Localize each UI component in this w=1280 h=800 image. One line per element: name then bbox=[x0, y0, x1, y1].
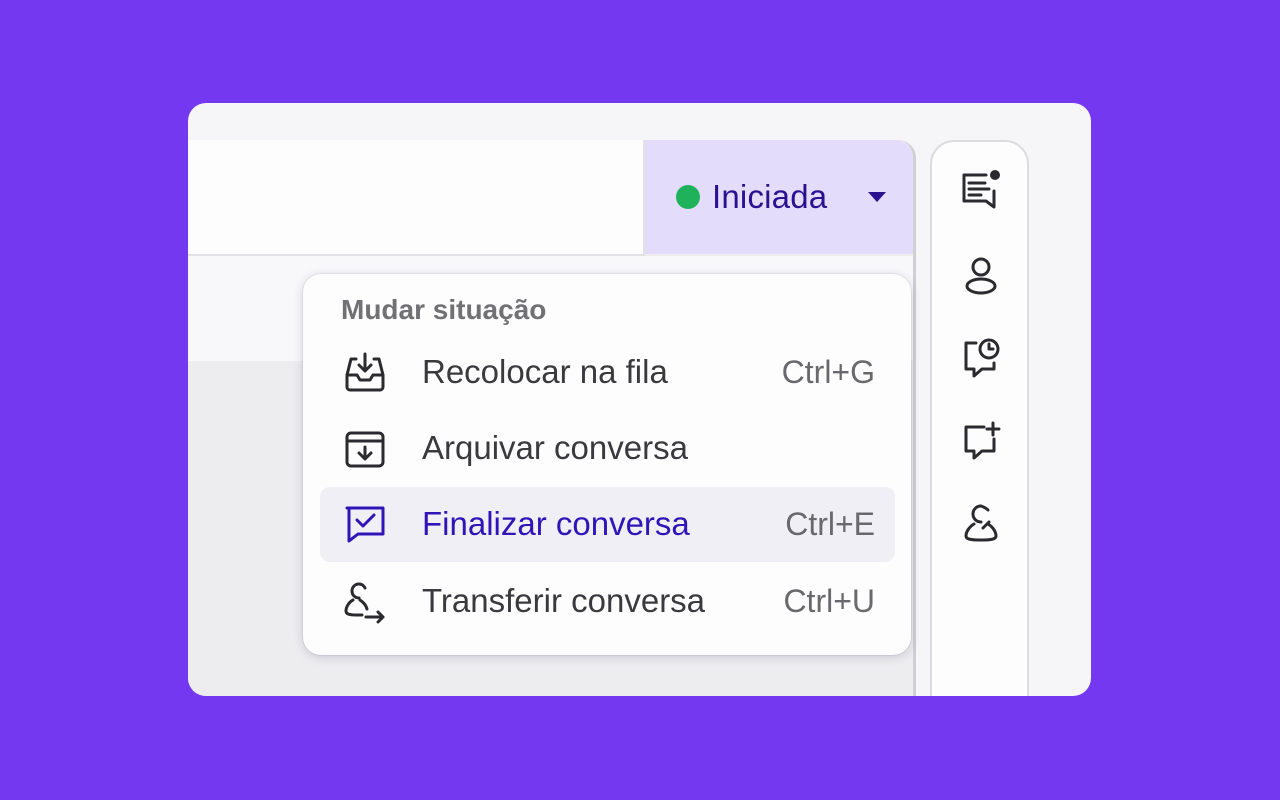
caret-down-icon bbox=[868, 192, 886, 202]
side-rail bbox=[930, 140, 1029, 696]
menu-item-label: Arquivar conversa bbox=[422, 429, 688, 466]
menu-item-shortcut: Ctrl+U bbox=[783, 583, 875, 619]
contact-person-icon[interactable] bbox=[958, 252, 1004, 298]
agent-person-icon[interactable] bbox=[958, 500, 1004, 546]
scheduled-message-icon[interactable] bbox=[958, 335, 1004, 381]
chat-check-icon bbox=[345, 506, 385, 543]
menu-item-finalize[interactable]: Finalizar conversa Ctrl+E bbox=[320, 487, 895, 562]
status-label: Iniciada bbox=[712, 178, 828, 215]
new-message-icon[interactable] bbox=[958, 417, 1004, 463]
status-dot bbox=[676, 185, 700, 209]
conversation-header bbox=[188, 140, 645, 256]
menu-item-requeue[interactable]: Recolocar na fila Ctrl+G bbox=[320, 335, 895, 410]
conversation-notification-icon[interactable] bbox=[958, 167, 1004, 213]
menu-item-shortcut: Ctrl+E bbox=[785, 506, 875, 542]
menu-header: Mudar situação bbox=[341, 294, 547, 325]
menu-item-label: Transferir conversa bbox=[422, 582, 706, 619]
menu-item-label: Recolocar na fila bbox=[422, 353, 668, 390]
menu-item-archive[interactable]: Arquivar conversa bbox=[320, 411, 895, 486]
menu-item-shortcut: Ctrl+G bbox=[781, 354, 875, 390]
menu-item-label: Finalizar conversa bbox=[422, 505, 690, 542]
menu-item-transfer[interactable]: Transferir conversa Ctrl+U bbox=[320, 564, 895, 639]
archive-box-icon bbox=[345, 431, 385, 468]
status-menu: Mudar situação Recolocar na fila Ctrl+G … bbox=[303, 274, 911, 655]
status-dropdown[interactable]: Iniciada bbox=[645, 140, 913, 254]
transfer-person-icon bbox=[344, 582, 385, 624]
inbox-download-icon bbox=[345, 352, 385, 392]
